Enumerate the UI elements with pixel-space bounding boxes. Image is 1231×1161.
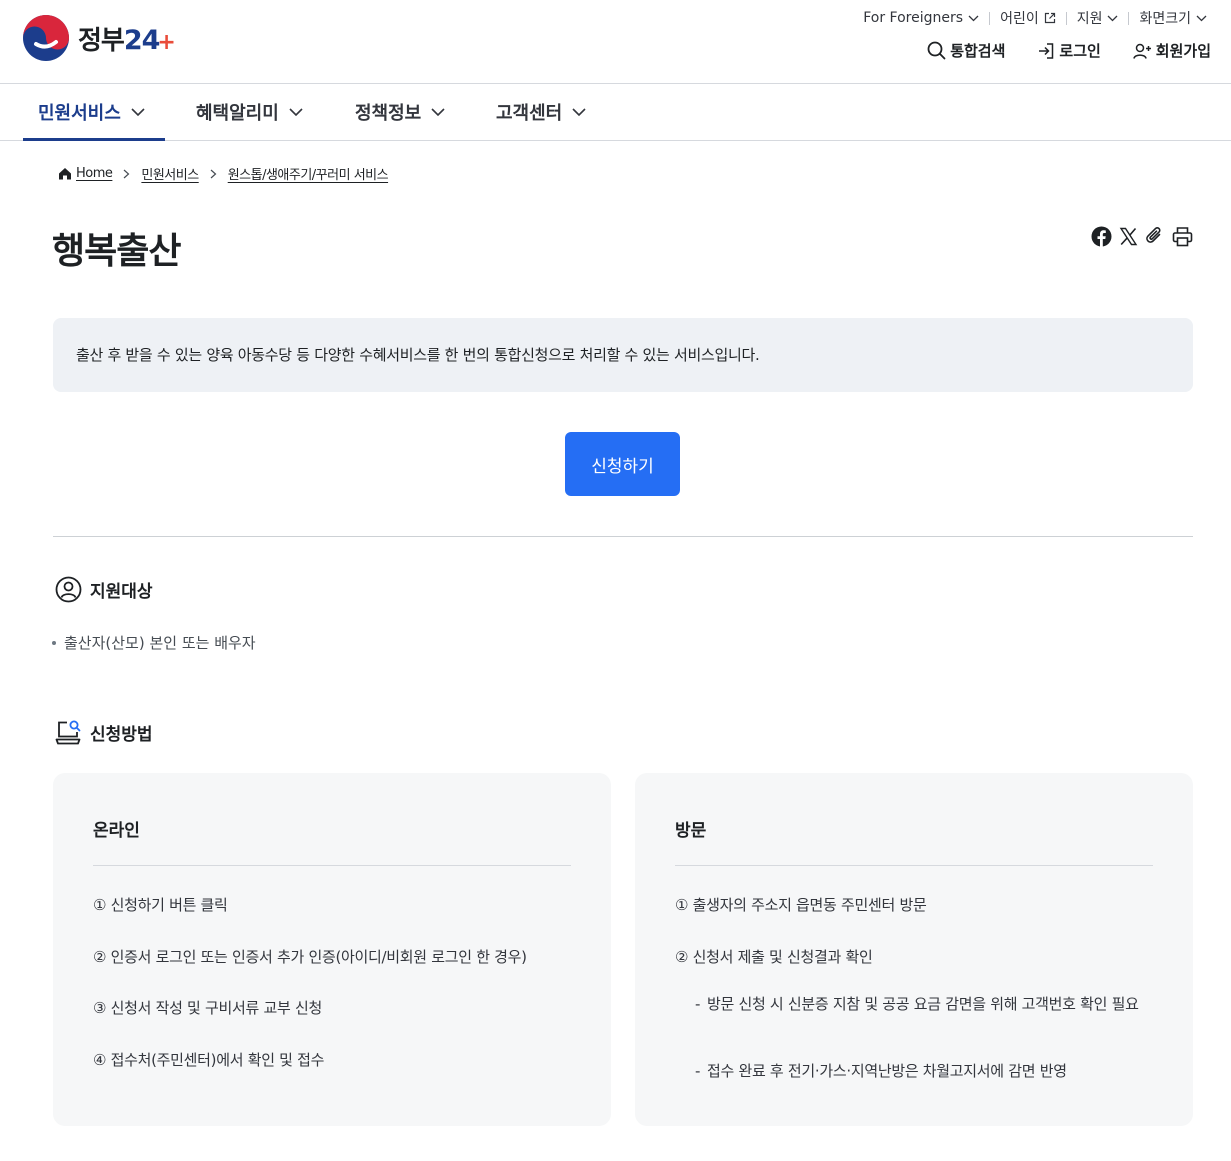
chevron-down-icon	[289, 108, 303, 116]
chevron-right-icon	[210, 169, 217, 179]
method-section-heading: 신청방법	[55, 719, 153, 746]
breadcrumb-home[interactable]: Home	[58, 166, 113, 181]
target-item: 출산자(산모) 본인 또는 배우자	[52, 632, 256, 653]
nav-item-benefits[interactable]: 혜택알리미	[196, 84, 303, 140]
gov24-logo[interactable]: 정부 24 +	[22, 14, 176, 62]
visit-method-card: 방문 ① 출생자의 주소지 읍면동 주민센터 방문 ② 신청서 제출 및 신청결…	[635, 773, 1193, 1126]
signup-button[interactable]: 회원가입	[1133, 40, 1211, 61]
font-size-dropdown[interactable]: 화면크기	[1129, 8, 1217, 28]
method-section-title: 신청방법	[90, 725, 153, 745]
home-icon	[59, 168, 71, 180]
card-divider	[93, 865, 571, 866]
kids-link[interactable]: 어린이	[990, 8, 1066, 28]
chevron-down-icon	[572, 108, 586, 116]
note-dash: -	[695, 1062, 701, 1080]
for-foreigners-label: For Foreigners	[863, 10, 964, 26]
breadcrumb: Home 민원서비스 원스톱/생애주기/꾸러미 서비스	[58, 164, 389, 183]
facebook-icon	[1091, 226, 1111, 247]
logo-number: 24	[123, 24, 161, 56]
visit-step: ② 신청서 제출 및 신청결과 확인	[675, 948, 873, 966]
visit-card-title: 방문	[675, 821, 707, 841]
utility-nav: For Foreigners 어린이 지원 화면크기	[853, 8, 1217, 28]
copy-link-button[interactable]	[1144, 225, 1166, 247]
service-summary: 출산 후 받을 수 있는 양육 아동수당 등 다양한 수혜서비스를 한 번의 통…	[53, 318, 1193, 392]
breadcrumb-civil-service[interactable]: 민원서비스	[141, 164, 199, 183]
chevron-down-icon	[131, 108, 145, 116]
note-dash: -	[695, 995, 701, 1013]
visit-step: ① 출생자의 주소지 읍면동 주민센터 방문	[675, 896, 927, 914]
visit-note-text: 접수 완료 후 전기·가스·지역난방은 차월고지서에 감면 반영	[707, 1062, 1067, 1080]
card-divider	[675, 865, 1153, 866]
taegeuk-logo-icon	[23, 15, 69, 61]
support-dropdown[interactable]: 지원	[1067, 8, 1129, 28]
x-icon	[1119, 227, 1137, 245]
print-button[interactable]	[1171, 225, 1193, 247]
target-section-title: 지원대상	[90, 582, 153, 602]
section-divider	[53, 536, 1193, 537]
chevron-down-icon	[431, 108, 445, 116]
target-section-heading: 지원대상	[55, 576, 153, 603]
search-icon	[927, 41, 946, 60]
target-item-text: 출산자(산모) 본인 또는 배우자	[64, 634, 256, 652]
chevron-down-icon	[1108, 15, 1118, 21]
nav-item-label: 고객센터	[496, 103, 563, 124]
visit-note: - 방문 신청 시 신분증 지참 및 공공 요금 감면을 위해 고객번호 확인 …	[695, 991, 1155, 1017]
kids-label: 어린이	[1000, 11, 1039, 27]
login-button[interactable]: 로그인	[1037, 40, 1101, 61]
online-step: ② 인증서 로그인 또는 인증서 추가 인증(아이디/비회원 로그인 한 경우)	[93, 948, 527, 966]
bullet-dot	[52, 640, 56, 645]
nav-item-civil-service[interactable]: 민원서비스	[23, 84, 165, 141]
nav-item-customer-center[interactable]: 고객센터	[496, 84, 586, 140]
main-nav: 민원서비스 혜택알리미 정책정보 고객센터	[0, 84, 1231, 141]
site-header: 정부24+ For Foreigners 어린이 지원 화면크기 통합검색	[0, 0, 1231, 84]
page-title: 행복출산	[52, 231, 181, 272]
login-icon	[1039, 42, 1054, 59]
chevron-down-icon	[1196, 15, 1207, 21]
nav-item-label: 정책정보	[355, 103, 422, 124]
user-plus-icon	[1133, 43, 1151, 59]
print-icon	[1172, 226, 1192, 246]
visit-note-text: 방문 신청 시 신분증 지참 및 공공 요금 감면을 위해 고객번호 확인 필요	[707, 995, 1139, 1013]
nav-item-label: 민원서비스	[38, 103, 121, 124]
online-method-card: 온라인 ① 신청하기 버튼 클릭 ② 인증서 로그인 또는 인증서 추가 인증(…	[53, 773, 611, 1126]
visit-note: - 접수 완료 후 전기·가스·지역난방은 차월고지서에 감면 반영	[695, 1058, 1155, 1084]
x-share-button[interactable]	[1117, 225, 1139, 247]
link-clip-icon	[1146, 227, 1161, 243]
logo-wordmark: 정부 24 +	[78, 20, 176, 57]
user-circle-icon	[55, 576, 82, 603]
search-label: 통합검색	[950, 42, 1006, 60]
breadcrumb-home-label: Home	[76, 166, 113, 181]
chevron-down-icon	[968, 15, 979, 21]
support-label: 지원	[1076, 11, 1103, 27]
for-foreigners-dropdown[interactable]: For Foreigners	[853, 10, 989, 26]
online-step: ③ 신청서 작성 및 구비서류 교부 신청	[93, 999, 322, 1017]
nav-item-label: 혜택알리미	[196, 103, 279, 124]
font-size-label: 화면크기	[1139, 11, 1191, 27]
breadcrumb-onestop-service[interactable]: 원스톱/생애주기/꾸러미 서비스	[228, 164, 389, 183]
share-toolbar	[1085, 225, 1193, 247]
nav-item-policy[interactable]: 정책정보	[355, 84, 445, 140]
header-actions: 통합검색 로그인 회원가입	[895, 40, 1211, 61]
laptop-search-icon	[55, 720, 81, 745]
logo-plus: +	[157, 29, 175, 55]
online-card-title: 온라인	[93, 821, 140, 841]
external-link-icon	[1044, 12, 1055, 24]
facebook-share-button[interactable]	[1090, 225, 1112, 247]
online-step: ① 신청하기 버튼 클릭	[93, 896, 228, 914]
search-button[interactable]: 통합검색	[927, 40, 1005, 61]
signup-label: 회원가입	[1155, 42, 1211, 60]
login-label: 로그인	[1059, 42, 1101, 60]
apply-button[interactable]: 신청하기	[565, 432, 680, 496]
chevron-right-icon	[123, 169, 130, 179]
online-step: ④ 접수처(주민센터)에서 확인 및 접수	[93, 1051, 325, 1069]
logo-text: 정부	[78, 25, 125, 56]
